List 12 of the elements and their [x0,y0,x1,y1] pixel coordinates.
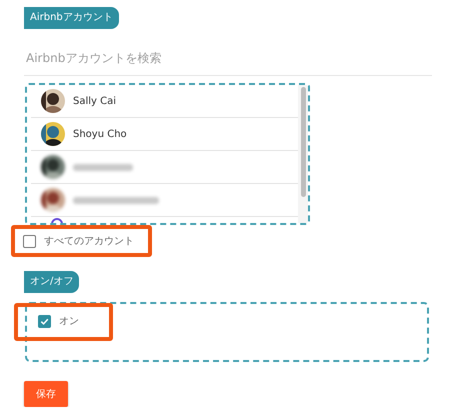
scrollbar-thumb[interactable] [300,87,306,197]
search-field[interactable]: Airbnbアカウントを検索 [24,39,432,76]
account-row[interactable]: Sally Cai [31,85,298,118]
account-row[interactable]: Shoyu Cho [31,118,298,151]
checkbox[interactable] [38,314,51,328]
blurred-name [73,164,133,170]
section-tag: Airbnbアカウント [24,7,119,29]
checkbox-label: オン [59,315,79,328]
section-tag: オン/オフ [24,271,80,293]
checkbox-label: すべてのアカウント [44,235,134,248]
checkbox[interactable] [23,234,36,248]
scrollbar[interactable] [298,85,308,223]
